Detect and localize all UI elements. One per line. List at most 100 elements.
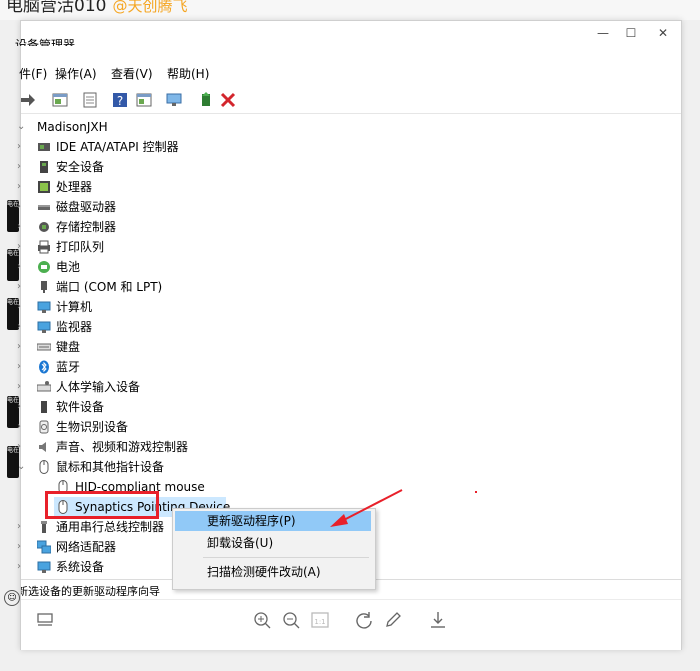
chevron-right-icon[interactable]: › (17, 217, 27, 237)
software-device-icon (41, 401, 47, 413)
chevron-right-icon[interactable]: › (17, 437, 27, 457)
menu-view[interactable]: 查看(V) (111, 65, 153, 82)
tree-item-label: 键盘 (56, 340, 81, 354)
tree-item-label: 蓝牙 (56, 360, 81, 374)
sound-icon (39, 442, 46, 452)
scan-hardware-menu-item[interactable]: 扫描检测硬件改动(A) (175, 562, 371, 582)
help-icon[interactable]: ? (111, 91, 129, 109)
tree-item-label: 存储控制器 (56, 220, 117, 234)
list-view-icon[interactable] (81, 91, 99, 109)
chevron-right-icon[interactable]: › (17, 277, 27, 297)
chevron-right-icon[interactable]: › (17, 237, 27, 257)
chevron-right-icon[interactable]: › (17, 377, 27, 397)
properties-icon[interactable] (51, 91, 69, 109)
chevron-right-icon[interactable]: › (17, 197, 27, 217)
tree-item-label: 打印队列 (56, 240, 105, 254)
tree-item-label: 磁盘驱动器 (56, 200, 117, 214)
chevron-right-icon[interactable]: › (17, 337, 27, 357)
maximize-button[interactable]: ☐ (621, 24, 641, 42)
tree-item-label: 声音、视频和游戏控制器 (56, 440, 189, 454)
thumbnail-icon[interactable] (35, 610, 55, 630)
chevron-right-icon[interactable]: › (17, 297, 27, 317)
forward-icon[interactable] (19, 91, 37, 109)
scan-hardware-icon[interactable] (165, 91, 183, 109)
menu-action[interactable]: 操作(A) (55, 65, 97, 82)
chevron-down-icon[interactable]: ⌄ (17, 117, 27, 137)
zoom-in-icon[interactable] (252, 610, 272, 630)
biometric-icon (39, 420, 49, 434)
tree-item-label: 人体学输入设备 (56, 380, 141, 394)
download-icon[interactable] (428, 610, 448, 630)
storage-controller-icon (39, 222, 49, 232)
tree-item-label: IDE ATA/ATAPI 控制器 (56, 140, 179, 154)
rotate-icon[interactable] (354, 610, 374, 630)
toolbar: ? (21, 87, 681, 114)
printer-icon (38, 240, 50, 254)
menu-file[interactable]: 件(F) (19, 65, 47, 82)
tree-item-label: 系统设备 (56, 560, 105, 574)
article-title: 电脑营活010 @天创腾飞 (6, 0, 187, 16)
tree-item-label: 安全设备 (56, 160, 105, 174)
chevron-right-icon[interactable]: › (17, 317, 27, 337)
port-icon (41, 281, 47, 293)
tree-item-label: 生物识别设备 (56, 420, 129, 434)
minimize-button[interactable]: — (593, 24, 613, 42)
menu-help[interactable]: 帮助(H) (167, 65, 209, 82)
computer-icon (37, 301, 51, 313)
tree-item-label: 监视器 (56, 320, 93, 334)
monitor-icon (37, 321, 51, 333)
ide-controller-icon (38, 143, 50, 151)
tree-item-label: 计算机 (56, 300, 93, 314)
menu-bar: 件(F) 操作(A) 查看(V) 帮助(H) (19, 65, 681, 85)
keyboard-icon (37, 343, 51, 351)
svg-text:?: ? (117, 94, 123, 108)
tree-root-label: MadisonJXH (37, 120, 108, 134)
chevron-right-icon[interactable]: › (17, 357, 27, 377)
disk-drive-icon (38, 205, 50, 210)
tree-item-label: 网络适配器 (56, 540, 117, 554)
view-icon[interactable] (135, 91, 153, 109)
chevron-right-icon[interactable]: › (17, 157, 27, 177)
chevron-right-icon[interactable]: › (17, 517, 27, 537)
update-driver-icon[interactable] (197, 91, 215, 109)
annotation-arrow-icon (330, 489, 403, 527)
tree-item-label: 端口 (COM 和 LPT) (56, 280, 163, 294)
annotation-dot (475, 491, 477, 493)
system-device-icon (37, 561, 51, 573)
tree-item-label: 处理器 (56, 180, 93, 194)
emoji-icon[interactable]: ☺ (4, 590, 20, 606)
chevron-right-icon[interactable]: › (17, 137, 27, 157)
viewer-toolbar: 1:1 (21, 599, 681, 650)
chevron-right-icon[interactable]: › (17, 417, 27, 437)
tree-item-label: 鼠标和其他指针设备 (56, 460, 165, 474)
zoom-out-icon[interactable] (281, 610, 301, 630)
bluetooth-icon (39, 360, 49, 374)
chevron-right-icon[interactable]: › (17, 557, 27, 577)
tree-item-label: 软件设备 (56, 400, 105, 414)
close-button[interactable]: ✕ (653, 24, 673, 42)
article-header: 电脑营活010 @天创腾飞 (0, 0, 700, 20)
status-text: 新选设备的更新驱动程序向导 (21, 585, 160, 596)
battery-icon (38, 261, 50, 273)
tree-item-label: 通用串行总线控制器 (56, 520, 165, 534)
svg-text:1:1: 1:1 (314, 618, 325, 626)
chevron-right-icon[interactable]: › (17, 537, 27, 557)
chevron-right-icon[interactable]: › (17, 397, 27, 417)
uninstall-icon[interactable] (219, 91, 237, 109)
window-title: 设备管理器 (15, 38, 76, 46)
mouse-icon (39, 460, 49, 474)
title-bar: 设备管理器 — ☐ ✕ (15, 21, 681, 46)
security-device-icon (40, 161, 48, 173)
hid-icon (37, 381, 51, 392)
chevron-right-icon[interactable]: › (17, 257, 27, 277)
chevron-down-icon[interactable]: ⌄ (17, 457, 27, 477)
article-author[interactable]: @天创腾飞 (112, 0, 187, 15)
edit-icon[interactable] (383, 610, 403, 630)
highlight-box (45, 491, 159, 519)
menu-divider (203, 557, 369, 558)
usb-icon (41, 521, 47, 533)
processor-icon (38, 181, 50, 193)
tree-item-label: 电池 (56, 260, 81, 274)
actual-size-icon[interactable]: 1:1 (310, 610, 330, 630)
chevron-right-icon[interactable]: › (17, 177, 27, 197)
